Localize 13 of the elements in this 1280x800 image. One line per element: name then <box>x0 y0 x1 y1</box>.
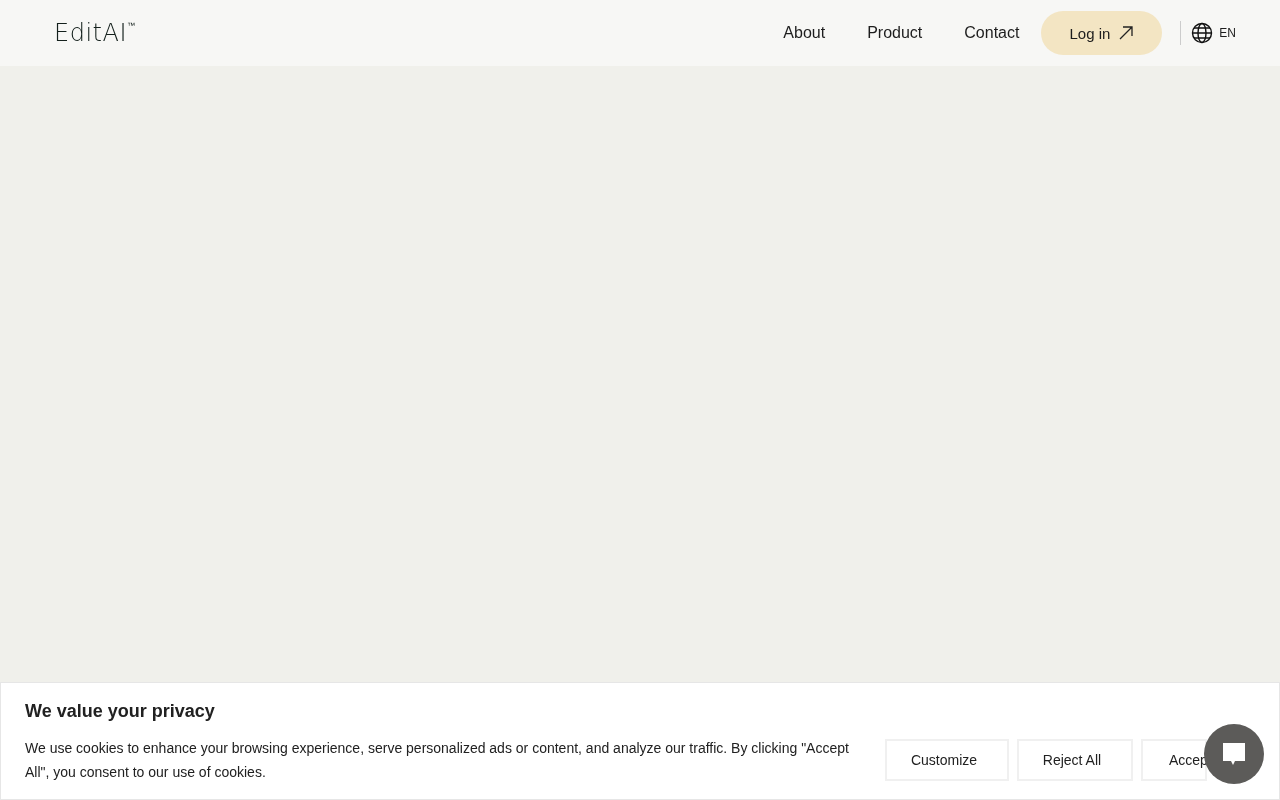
nav-link[interactable]: Product <box>867 24 923 42</box>
nav-link[interactable]: About <box>783 24 826 42</box>
cookie-button[interactable]: Reject All <box>1017 739 1133 781</box>
globe-icon <box>1191 22 1214 44</box>
banner-text: We use cookies to enhance your browsing experience, serve personalized ads or content, and analyze our traffic. By clicking "Accept All", you consent to our use of cookies. <box>25 739 850 782</box>
language-selector[interactable]: EN <box>1191 22 1236 44</box>
logo[interactable]: EditAI$^{™}$ <box>54 19 136 47</box>
cookie-button[interactable]: Customize <box>885 739 1009 781</box>
trademark-mark: ™ <box>127 21 136 30</box>
nav-link[interactable]: Contact <box>964 24 1020 42</box>
arrow-up-right-icon <box>1118 25 1135 41</box>
login-button[interactable]: Log in <box>1041 11 1163 55</box>
banner-title: We value your privacy <box>25 701 216 722</box>
